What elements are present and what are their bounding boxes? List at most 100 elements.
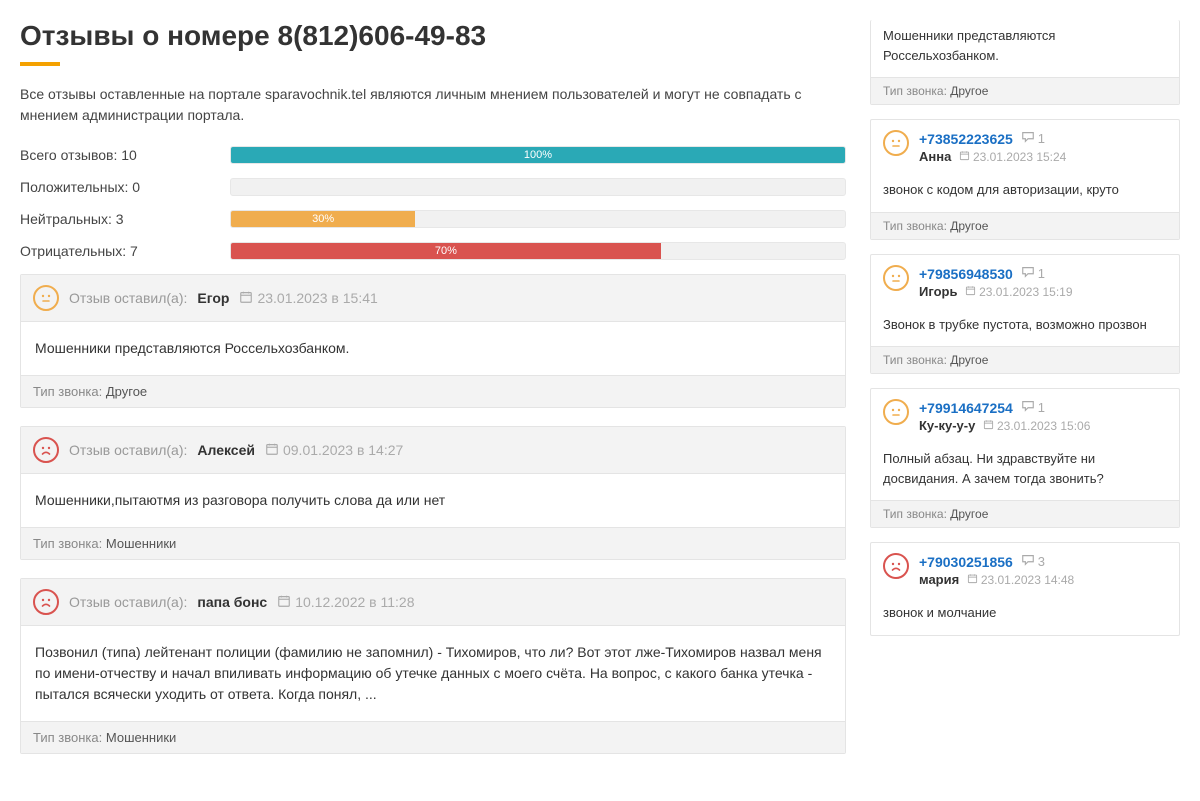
call-type-value: Другое bbox=[950, 353, 988, 367]
sidebar-footer: Тип звонка: Другое bbox=[871, 212, 1179, 239]
comments-count: 1 bbox=[1021, 130, 1045, 147]
sidebar-card: Мошенники представляются Россельхозбанко… bbox=[870, 20, 1180, 105]
sidebar-body: Звонок в трубке пустота, возможно прозво… bbox=[871, 309, 1179, 347]
sidebar-header: +79030251856 3 мария 23.01.2023 14:48 bbox=[871, 543, 1179, 597]
review-date: 23.01.2023 в 15:41 bbox=[239, 290, 377, 307]
review-header: Отзыв оставил(а): Алексей 09.01.2023 в 1… bbox=[21, 427, 845, 474]
sidebar-date: 23.01.2023 15:19 bbox=[965, 285, 1072, 299]
sidebar-author: Анна 23.01.2023 15:24 bbox=[919, 149, 1167, 164]
call-type-label: Тип звонка: bbox=[883, 219, 947, 233]
neutral-face-icon bbox=[883, 130, 909, 156]
calendar-icon bbox=[965, 285, 976, 299]
calendar-icon bbox=[983, 419, 994, 433]
review-body: Мошенники,пытаютмя из разговора получить… bbox=[21, 474, 845, 527]
stat-label: Отрицательных: 7 bbox=[20, 243, 230, 259]
review-header: Отзыв оставил(а): Егор 23.01.2023 в 15:4… bbox=[21, 275, 845, 322]
review-card: Отзыв оставил(а): Алексей 09.01.2023 в 1… bbox=[20, 426, 846, 560]
sidebar-body: звонок с кодом для авторизации, круто bbox=[871, 174, 1179, 212]
page-title: Отзывы о номере 8(812)606-49-83 bbox=[20, 20, 846, 52]
calendar-icon bbox=[967, 573, 978, 587]
stat-label: Всего отзывов: 10 bbox=[20, 147, 230, 163]
comments-icon bbox=[1021, 399, 1035, 416]
call-type-label: Тип звонка: bbox=[33, 384, 102, 399]
sidebar-author: мария 23.01.2023 14:48 bbox=[919, 572, 1167, 587]
review-author: Алексей bbox=[197, 442, 255, 458]
sidebar-author: Ку-ку-у-у 23.01.2023 15:06 bbox=[919, 418, 1167, 433]
sidebar-author: Игорь 23.01.2023 15:19 bbox=[919, 284, 1167, 299]
calendar-icon bbox=[239, 290, 253, 307]
review-footer: Тип звонка: Мошенники bbox=[21, 527, 845, 559]
stat-row-positive: Положительных: 0 bbox=[20, 178, 846, 196]
sidebar-header: +79914647254 1 Ку-ку-у-у 23.01.2023 15:0… bbox=[871, 389, 1179, 443]
call-type-value: Мошенники bbox=[106, 730, 176, 745]
stat-row-total: Всего отзывов: 10 100% bbox=[20, 146, 846, 164]
sidebar-body: Полный абзац. Ни здравствуйте ни досвида… bbox=[871, 443, 1179, 500]
call-type-label: Тип звонка: bbox=[33, 536, 102, 551]
review-card: Отзыв оставил(а): Егор 23.01.2023 в 15:4… bbox=[20, 274, 846, 408]
phone-link[interactable]: +79856948530 bbox=[919, 266, 1013, 282]
sidebar-card: +79856948530 1 Игорь 23.01.2023 15:19 Зв… bbox=[870, 254, 1180, 375]
progress-bar: 70% bbox=[230, 242, 846, 260]
call-type-value: Другое bbox=[950, 219, 988, 233]
review-body: Позвонил (типа) лейтенант полиции (фамил… bbox=[21, 626, 845, 721]
sidebar-body: Мошенники представляются Россельхозбанко… bbox=[871, 20, 1179, 77]
call-type-label: Тип звонка: bbox=[883, 84, 947, 98]
sidebar-card: +73852223625 1 Анна 23.01.2023 15:24 зво… bbox=[870, 119, 1180, 240]
comments-icon bbox=[1021, 553, 1035, 570]
sidebar-date: 23.01.2023 15:06 bbox=[983, 419, 1090, 433]
review-footer: Тип звонка: Другое bbox=[21, 375, 845, 407]
neutral-face-icon bbox=[883, 399, 909, 425]
sidebar-footer: Тип звонка: Другое bbox=[871, 77, 1179, 104]
call-type-label: Тип звонка: bbox=[883, 353, 947, 367]
calendar-icon bbox=[959, 150, 970, 164]
sidebar-date: 23.01.2023 14:48 bbox=[967, 573, 1074, 587]
review-author: Егор bbox=[197, 290, 229, 306]
stat-label: Положительных: 0 bbox=[20, 179, 230, 195]
stat-label: Нейтральных: 3 bbox=[20, 211, 230, 227]
comments-count: 1 bbox=[1021, 265, 1045, 282]
neutral-face-icon bbox=[33, 285, 59, 311]
neutral-face-icon bbox=[883, 265, 909, 291]
sidebar-card: +79914647254 1 Ку-ку-у-у 23.01.2023 15:0… bbox=[870, 388, 1180, 528]
progress-bar: 30% bbox=[230, 210, 846, 228]
sad-face-icon bbox=[883, 553, 909, 579]
sidebar-footer: Тип звонка: Другое bbox=[871, 346, 1179, 373]
comments-count: 3 bbox=[1021, 553, 1045, 570]
progress-bar bbox=[230, 178, 846, 196]
phone-link[interactable]: +73852223625 bbox=[919, 131, 1013, 147]
sad-face-icon bbox=[33, 589, 59, 615]
sidebar-footer: Тип звонка: Другое bbox=[871, 500, 1179, 527]
review-body: Мошенники представляются Россельхозбанко… bbox=[21, 322, 845, 375]
comments-icon bbox=[1021, 130, 1035, 147]
call-type-label: Тип звонка: bbox=[33, 730, 102, 745]
sidebar-date: 23.01.2023 15:24 bbox=[959, 150, 1066, 164]
review-header: Отзыв оставил(а): папа бонс 10.12.2022 в… bbox=[21, 579, 845, 626]
calendar-icon bbox=[277, 594, 291, 611]
stat-row-negative: Отрицательных: 7 70% bbox=[20, 242, 846, 260]
review-card: Отзыв оставил(а): папа бонс 10.12.2022 в… bbox=[20, 578, 846, 754]
review-footer: Тип звонка: Мошенники bbox=[21, 721, 845, 753]
progress-fill: 70% bbox=[231, 243, 661, 259]
call-type-value: Мошенники bbox=[106, 536, 176, 551]
left-by-label: Отзыв оставил(а): bbox=[69, 594, 187, 610]
review-author: папа бонс bbox=[197, 594, 267, 610]
call-type-value: Другое bbox=[950, 507, 988, 521]
calendar-icon bbox=[265, 442, 279, 459]
sad-face-icon bbox=[33, 437, 59, 463]
sidebar-header: +73852223625 1 Анна 23.01.2023 15:24 bbox=[871, 120, 1179, 174]
sidebar-header: +79856948530 1 Игорь 23.01.2023 15:19 bbox=[871, 255, 1179, 309]
review-date: 09.01.2023 в 14:27 bbox=[265, 442, 403, 459]
call-type-value: Другое bbox=[106, 384, 147, 399]
review-date: 10.12.2022 в 11:28 bbox=[277, 594, 414, 611]
comments-icon bbox=[1021, 265, 1035, 282]
call-type-value: Другое bbox=[950, 84, 988, 98]
progress-fill: 100% bbox=[231, 147, 845, 163]
phone-link[interactable]: +79030251856 bbox=[919, 554, 1013, 570]
comments-count: 1 bbox=[1021, 399, 1045, 416]
phone-link[interactable]: +79914647254 bbox=[919, 400, 1013, 416]
stat-row-neutral: Нейтральных: 3 30% bbox=[20, 210, 846, 228]
progress-bar: 100% bbox=[230, 146, 846, 164]
left-by-label: Отзыв оставил(а): bbox=[69, 290, 187, 306]
left-by-label: Отзыв оставил(а): bbox=[69, 442, 187, 458]
intro-text: Все отзывы оставленные на портале sparav… bbox=[20, 84, 846, 126]
